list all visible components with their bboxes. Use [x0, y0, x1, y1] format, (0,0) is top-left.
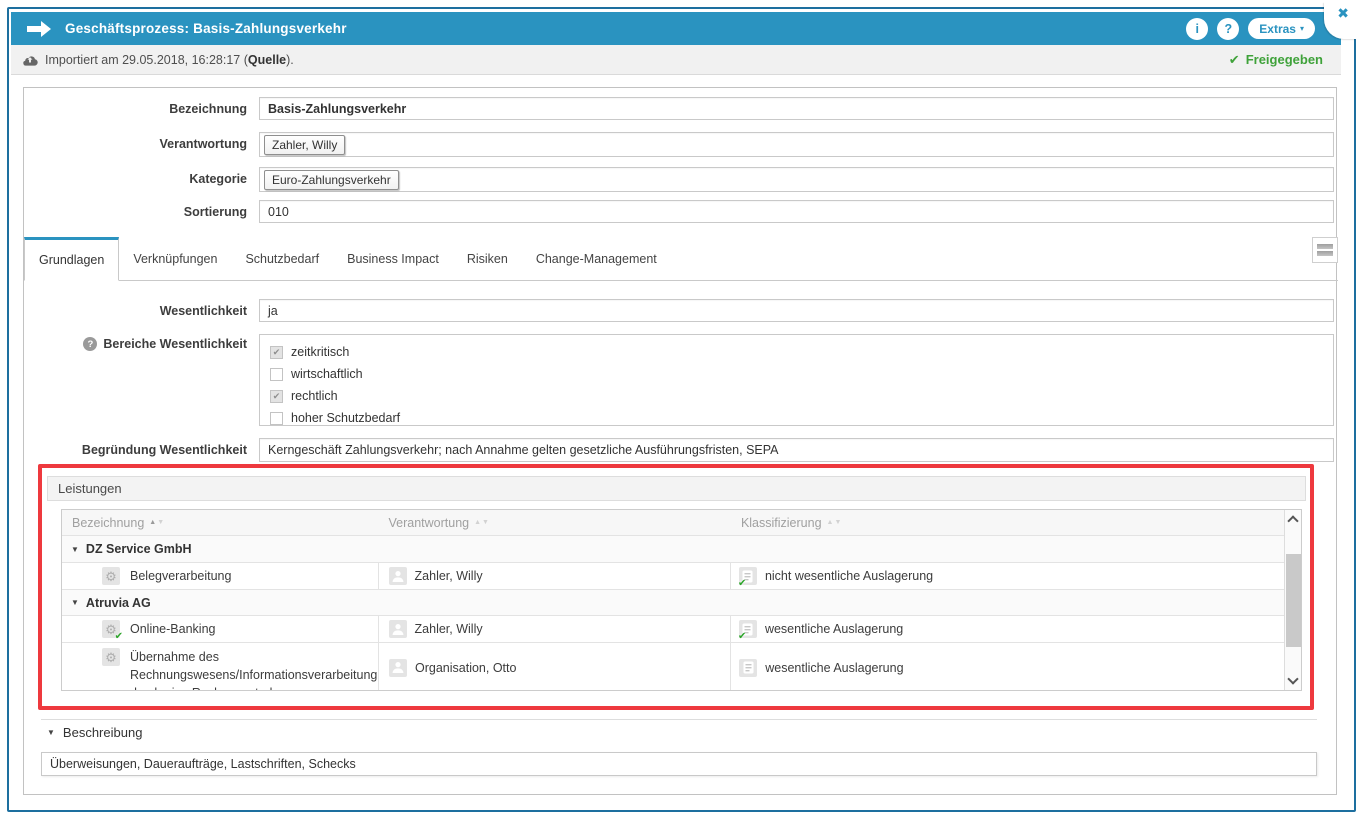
sort-desc-icon[interactable]: ▼	[157, 519, 164, 526]
beschreibung-input[interactable]: Überweisungen, Daueraufträge, Lastschrif…	[41, 752, 1317, 776]
leistungen-header: Leistungen	[47, 476, 1306, 501]
column-header-bezeichnung[interactable]: Bezeichnung ▲▼	[62, 510, 379, 535]
checkbox-label: rechtlich	[291, 389, 338, 403]
bezeichnung-label: Bezeichnung	[24, 102, 247, 116]
checkbox-zeitkritisch[interactable]: ✔	[270, 346, 283, 359]
table-header-row: Bezeichnung ▲▼ Verantwortung ▲▼ Klassifi…	[62, 510, 1284, 536]
leistungen-table: Bezeichnung ▲▼ Verantwortung ▲▼ Klassifi…	[61, 509, 1302, 691]
question-icon[interactable]: ?	[83, 337, 97, 351]
sort-desc-icon[interactable]: ▼	[482, 519, 489, 526]
release-status-label: Freigegeben	[1246, 52, 1323, 67]
table-row[interactable]: ⚙ Übernahme des Rechnungswesens/Informat…	[62, 643, 1284, 690]
verantwortung-label: Verantwortung	[24, 137, 247, 151]
import-status-bar: Importiert am 29.05.2018, 16:28:17 (Quel…	[11, 45, 1341, 75]
begruendung-label: Begründung Wesentlichkeit	[24, 443, 247, 457]
checkbox-row-hoher-schutzbedarf: hoher Schutzbedarf	[270, 407, 1323, 429]
beschreibung-title: Beschreibung	[63, 725, 143, 740]
sortierung-input[interactable]: 010	[259, 200, 1334, 223]
bereiche-checkbox-group: ✔ zeitkritisch wirtschaftlich ✔ rechtlic…	[259, 334, 1334, 426]
scroll-up-icon[interactable]	[1287, 515, 1298, 526]
status-badge: ✔ Freigegeben	[1229, 52, 1323, 68]
check-icon: ✔	[1229, 52, 1240, 68]
section-divider	[41, 719, 1317, 720]
sortierung-label: Sortierung	[24, 205, 247, 219]
app-window: Geschäftsprozess: Basis-Zahlungsverkehr …	[0, 0, 1359, 821]
sort-asc-icon[interactable]: ▲	[474, 519, 481, 526]
checkbox-row-wirtschaftlich: wirtschaftlich	[270, 363, 1323, 385]
classification-doc-icon: ✔	[739, 567, 757, 585]
scrollbar-thumb[interactable]	[1286, 554, 1301, 647]
kategorie-chip[interactable]: Euro-Zahlungsverkehr	[264, 170, 399, 190]
verantwortung-field[interactable]: Zahler, Willy	[259, 132, 1334, 157]
extras-label: Extras	[1259, 22, 1296, 36]
tab-verknuepfungen[interactable]: Verknüpfungen	[119, 237, 231, 280]
bereiche-label: Bereiche Wesentlichkeit	[103, 337, 247, 351]
sort-asc-icon[interactable]: ▲	[827, 519, 834, 526]
verantwortung-chip[interactable]: Zahler, Willy	[264, 135, 345, 155]
classification-doc-icon	[739, 659, 757, 677]
green-check-icon: ✔	[738, 578, 746, 589]
group-row-atruvia[interactable]: ▼ Atruvia AG	[62, 590, 1284, 616]
service-gear-icon: ⚙✔	[102, 620, 120, 638]
kategorie-label: Kategorie	[24, 172, 247, 186]
quelle-link[interactable]: Quelle	[248, 53, 286, 67]
tab-schutzbedarf[interactable]: Schutzbedarf	[231, 237, 333, 280]
tab-grundlagen[interactable]: Grundlagen	[24, 237, 119, 281]
chevron-down-icon: ▾	[1300, 24, 1304, 33]
tab-bar: Grundlagen Verknüpfungen Schutzbedarf Bu…	[24, 237, 1338, 281]
green-check-icon: ✔	[115, 631, 123, 642]
group-row-dz-service[interactable]: ▼ DZ Service GmbH	[62, 536, 1284, 563]
wesentlichkeit-input[interactable]: ja	[259, 299, 1334, 322]
scroll-down-icon[interactable]	[1287, 673, 1298, 684]
sort-asc-icon[interactable]: ▲	[149, 519, 156, 526]
sort-desc-icon[interactable]: ▼	[834, 519, 841, 526]
service-gear-icon: ⚙	[102, 567, 120, 585]
checkbox-label: hoher Schutzbedarf	[291, 411, 400, 425]
tab-risiken[interactable]: Risiken	[453, 237, 522, 280]
person-icon	[389, 659, 407, 677]
checkbox-row-rechtlich: ✔ rechtlich	[270, 385, 1323, 407]
cloud-upload-icon	[22, 54, 38, 66]
checkbox-label: wirtschaftlich	[291, 367, 363, 381]
service-gear-icon: ⚙	[102, 648, 120, 666]
collapse-icon[interactable]: ▼	[71, 545, 79, 554]
info-icon[interactable]: i	[1186, 18, 1208, 40]
bezeichnung-input[interactable]: Basis-Zahlungsverkehr	[259, 97, 1334, 120]
classification-doc-icon: ✔	[739, 620, 757, 638]
person-icon	[389, 567, 407, 585]
extras-button[interactable]: Extras ▾	[1248, 18, 1315, 39]
collapse-icon[interactable]: ▼	[71, 598, 79, 607]
beschreibung-toggle[interactable]: ▼ Beschreibung	[47, 725, 142, 740]
begruendung-input[interactable]: Kerngeschäft Zahlungsverkehr; nach Annah…	[259, 438, 1334, 462]
green-check-icon: ✔	[738, 631, 746, 642]
content-panel: Bezeichnung Basis-Zahlungsverkehr Verant…	[23, 87, 1337, 795]
wesentlichkeit-label: Wesentlichkeit	[24, 304, 247, 318]
page-title: Geschäftsprozess: Basis-Zahlungsverkehr	[65, 21, 347, 36]
checkbox-row-zeitkritisch: ✔ zeitkritisch	[270, 341, 1323, 363]
bereiche-label-row: ? Bereiche Wesentlichkeit	[24, 337, 247, 351]
kategorie-field[interactable]: Euro-Zahlungsverkehr	[259, 167, 1334, 192]
table-scrollbar[interactable]	[1284, 510, 1301, 690]
checkbox-rechtlich[interactable]: ✔	[270, 390, 283, 403]
close-icon[interactable]: ✖	[1337, 5, 1349, 22]
checkbox-label: zeitkritisch	[291, 345, 349, 359]
checkbox-hoher-schutzbedarf[interactable]	[270, 412, 283, 425]
table-row[interactable]: ⚙ Belegverarbeitung Zahler, Willy	[62, 563, 1284, 590]
list-menu-icon[interactable]	[1312, 237, 1338, 263]
table-row[interactable]: ⚙✔ Online-Banking Zahler, Willy	[62, 616, 1284, 643]
import-text: Importiert am 29.05.2018, 16:28:17 (Quel…	[45, 53, 294, 67]
person-icon	[389, 620, 407, 638]
help-icon[interactable]: ?	[1217, 18, 1239, 40]
process-arrow-icon	[25, 20, 53, 38]
collapse-icon: ▼	[47, 728, 55, 737]
tab-change-management[interactable]: Change-Management	[522, 237, 671, 280]
geschaeftsprozess-dialog: Geschäftsprozess: Basis-Zahlungsverkehr …	[11, 11, 1341, 803]
checkbox-wirtschaftlich[interactable]	[270, 368, 283, 381]
tab-business-impact[interactable]: Business Impact	[333, 237, 453, 280]
column-header-klassifizierung[interactable]: Klassifizierung ▲▼	[731, 510, 1284, 535]
titlebar: Geschäftsprozess: Basis-Zahlungsverkehr …	[11, 12, 1341, 45]
column-header-verantwortung[interactable]: Verantwortung ▲▼	[379, 510, 731, 535]
